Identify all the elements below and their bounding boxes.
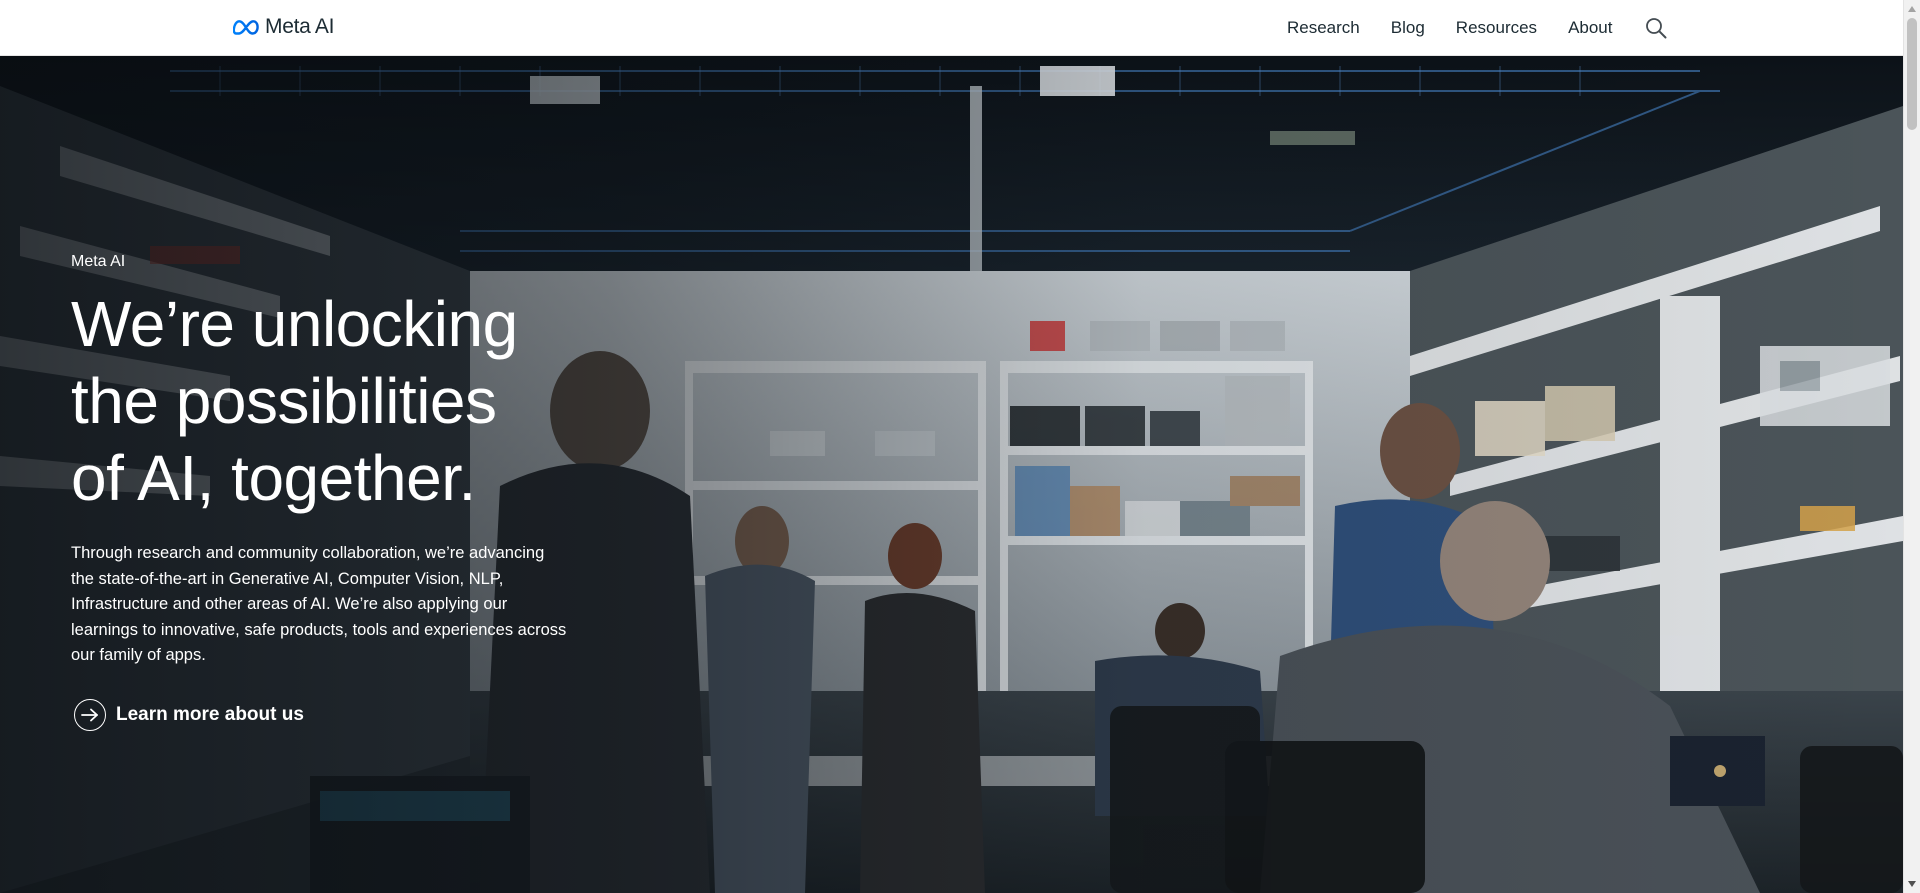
page-scrollbar[interactable] — [1903, 0, 1920, 893]
nav-blog[interactable]: Blog — [1391, 18, 1425, 38]
search-icon[interactable] — [1644, 16, 1668, 40]
hero-description: Through research and community collabora… — [71, 544, 567, 664]
hero-section: Meta AI We’re unlocking the possibilitie… — [0, 56, 1903, 893]
meta-infinity-icon — [233, 19, 259, 35]
meta-ai-logo[interactable]: Meta AI — [233, 14, 334, 40]
headline-line-3: of AI, together. — [71, 442, 476, 514]
learn-more-label: Learn more about us — [116, 703, 304, 725]
nav-about[interactable]: About — [1568, 18, 1612, 38]
learn-more-link[interactable]: Learn more about us — [74, 698, 304, 731]
main-nav: Research Blog Resources About — [1287, 16, 1668, 40]
headline-line-1: We’re unlocking — [71, 288, 518, 360]
hero-content: Meta AI We’re unlocking the possibilitie… — [71, 252, 591, 731]
scroll-thumb[interactable] — [1907, 18, 1917, 130]
scroll-up-icon[interactable] — [1904, 1, 1920, 17]
headline-line-2: the possibilities — [71, 365, 497, 437]
nav-resources[interactable]: Resources — [1456, 18, 1537, 38]
hero-headline: We’re unlocking the possibilities of AI,… — [71, 286, 591, 517]
logo-text: Meta AI — [265, 15, 335, 38]
scroll-down-icon[interactable] — [1904, 876, 1920, 892]
arrow-right-icon — [74, 698, 106, 731]
nav-research[interactable]: Research — [1287, 18, 1360, 38]
site-header: Meta AI Research Blog Resources About — [0, 0, 1903, 56]
hero-eyebrow: Meta AI — [71, 253, 126, 270]
page: Meta AI Research Blog Resources About Me… — [0, 0, 1920, 893]
